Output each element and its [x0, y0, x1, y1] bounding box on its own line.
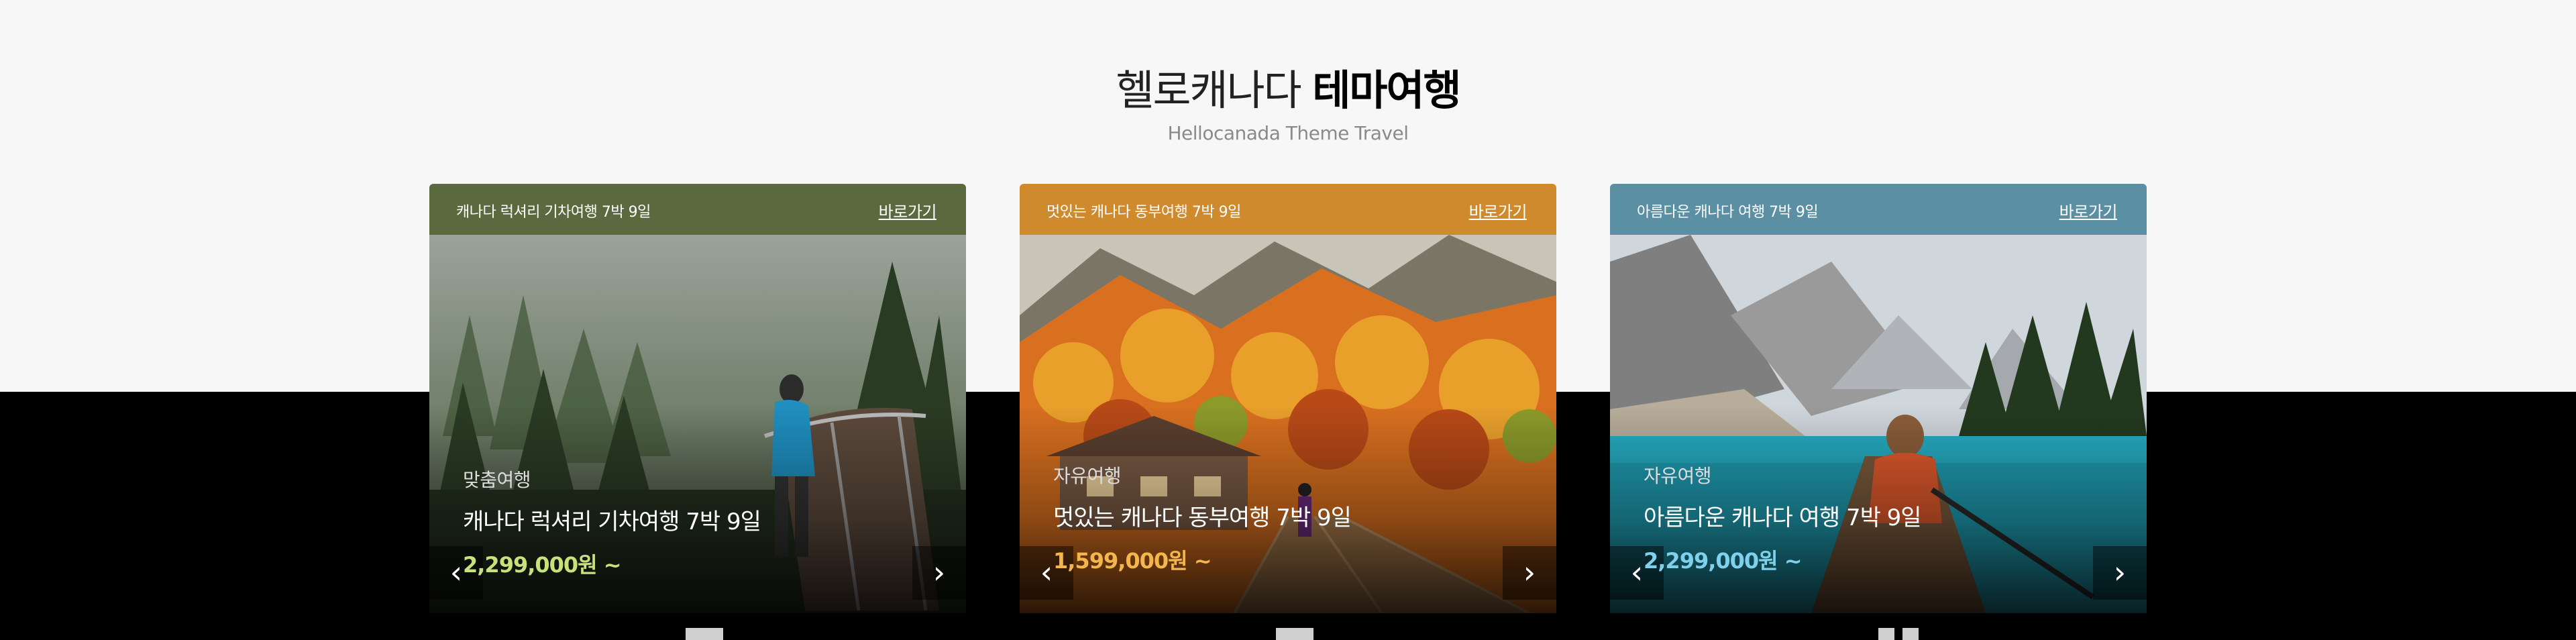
card-caption[interactable]: 자유여행 아름다운 캐나다 여행 7박 9일 2,299,000원 ~	[1644, 462, 1922, 575]
card-category: 자유여행	[1644, 465, 1712, 487]
section-title-light: 헬로캐나다	[1116, 66, 1301, 115]
card-price: 2,299,000원 ~	[463, 552, 622, 578]
card-category: 자유여행	[1053, 465, 1122, 487]
card-header-title: 멋있는 캐나다 동부여행 7박 9일	[1046, 204, 1241, 221]
pager-indicator[interactable]	[686, 628, 723, 640]
pager-indicator[interactable]	[1878, 628, 1919, 640]
theme-card-lake: 아름다운 캐나다 여행 7박 9일 바로가기 ‹ › 자유여행 아름다운 캐나다…	[1610, 184, 2147, 613]
section-subtitle: Hellocanada Theme Travel	[1167, 122, 1409, 144]
theme-card-train: 캐나다 럭셔리 기차여행 7박 9일 바로가기 ‹ › 맞춤여행 캐나다 럭셔리…	[429, 184, 966, 613]
card-title: 아름다운 캐나다 여행 7박 9일	[1644, 504, 1922, 531]
chevron-right-icon[interactable]: ›	[1503, 546, 1556, 600]
chevron-right-icon[interactable]: ›	[2093, 546, 2147, 600]
shortcut-link[interactable]: 바로가기	[879, 199, 937, 222]
card-caption[interactable]: 자유여행 멋있는 캐나다 동부여행 7박 9일 1,599,000원 ~	[1053, 462, 1352, 575]
card-header: 아름다운 캐나다 여행 7박 9일 바로가기	[1610, 184, 2147, 235]
card-title: 캐나다 럭셔리 기차여행 7박 9일	[463, 509, 761, 535]
card-header-title: 아름다운 캐나다 여행 7박 9일	[1637, 204, 1819, 221]
section-title-bold: 테마여행	[1312, 66, 1461, 115]
card-price: 1,599,000원 ~	[1053, 548, 1212, 574]
section-header: 헬로캐나다 테마여행 Hellocanada Theme Travel	[0, 60, 2576, 144]
card-header: 캐나다 럭셔리 기차여행 7박 9일 바로가기	[429, 184, 966, 235]
card-header: 멋있는 캐나다 동부여행 7박 9일 바로가기	[1020, 184, 1556, 235]
section-title: 헬로캐나다 테마여행	[0, 60, 2576, 121]
chevron-right-icon[interactable]: ›	[912, 546, 966, 600]
theme-card-east: 멋있는 캐나다 동부여행 7박 9일 바로가기 ‹ › 자유여행 멋있는 캐나다…	[1020, 184, 1556, 613]
pager-indicator[interactable]	[1276, 628, 1313, 640]
card-category: 맞춤여행	[463, 469, 531, 491]
card-header-title: 캐나다 럭셔리 기차여행 7박 9일	[456, 204, 651, 221]
shortcut-link[interactable]: 바로가기	[1469, 199, 1527, 222]
card-caption[interactable]: 맞춤여행 캐나다 럭셔리 기차여행 7박 9일 2,299,000원 ~	[463, 466, 761, 579]
card-price: 2,299,000원 ~	[1644, 548, 1803, 574]
shortcut-link[interactable]: 바로가기	[2059, 199, 2118, 222]
card-title: 멋있는 캐나다 동부여행 7박 9일	[1053, 504, 1352, 531]
